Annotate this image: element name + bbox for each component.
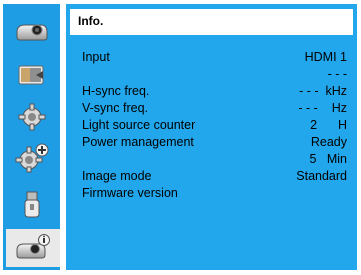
info-label: Light source counter	[82, 118, 196, 132]
info-label: Firmware version	[82, 186, 178, 200]
info-row-h-sync: H-sync freq. - - - kHz	[66, 84, 357, 101]
gear-icon	[18, 103, 45, 131]
usb-icon	[24, 191, 39, 218]
info-label: Image mode	[82, 169, 152, 183]
info-value: Standard	[296, 169, 347, 183]
info-rows: Input HDMI 1 - - - H-sync freq. - - - kH…	[66, 50, 357, 203]
info-value: 2 H	[310, 118, 347, 132]
info-row-power-management: Power management Ready	[66, 135, 357, 152]
sidebar-item-settings[interactable]	[3, 98, 60, 136]
panel-title: Info.	[78, 14, 104, 28]
sidebar-item-projector[interactable]	[3, 12, 60, 50]
info-value: Ready	[310, 135, 347, 149]
info-value: HDMI 1	[304, 50, 347, 64]
info-value: 5 Min	[309, 152, 347, 166]
projector-osd-menu: Info. Input HDMI 1 - - - H-sync freq. - …	[0, 0, 361, 275]
sidebar-item-extended-settings[interactable]	[3, 139, 60, 177]
info-label: Power management	[82, 135, 194, 149]
info-label: V-sync freq.	[82, 101, 148, 115]
info-value: - - -	[327, 67, 347, 81]
info-value: - - - Hz	[298, 101, 347, 115]
info-row-input: Input HDMI 1	[66, 50, 357, 67]
info-row-v-sync: V-sync freq. - - - Hz	[66, 101, 357, 118]
info-row-image-mode: Image mode Standard	[66, 169, 357, 186]
info-row-light-source: Light source counter 2 H	[66, 118, 357, 135]
info-value: - - - kHz	[299, 84, 347, 98]
info-row-firmware: Firmware version	[66, 186, 357, 203]
panel-title-bar: Info.	[70, 9, 353, 35]
sidebar-item-usb[interactable]	[3, 186, 60, 224]
info-label: Input	[82, 50, 110, 64]
info-row-power-minutes: 5 Min	[66, 152, 357, 169]
info-row-signal: - - -	[66, 67, 357, 84]
sidebar-item-display[interactable]	[3, 56, 60, 94]
gear-plus-icon	[15, 143, 48, 173]
menu-sidebar	[3, 4, 60, 270]
sidebar-item-info[interactable]	[6, 229, 60, 267]
projector-info-icon	[16, 234, 50, 259]
info-panel: Info. Input HDMI 1 - - - H-sync freq. - …	[66, 4, 357, 270]
projector-icon	[16, 24, 47, 41]
display-adjust-icon	[18, 65, 43, 85]
info-label: H-sync freq.	[82, 84, 150, 98]
